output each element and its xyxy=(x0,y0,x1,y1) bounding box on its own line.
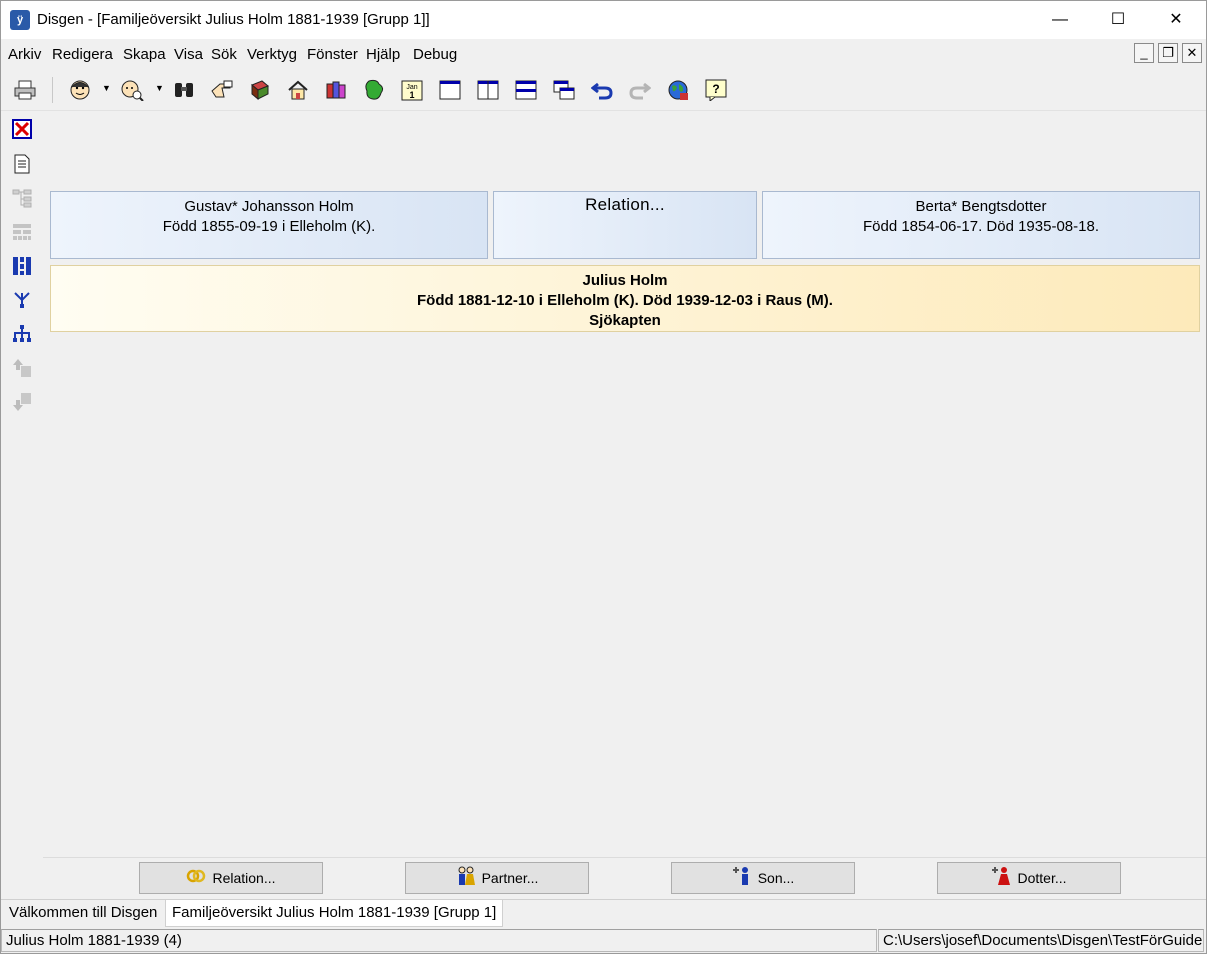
menu-bar: Arkiv Redigera Skapa Visa Sök Verktyg Fö… xyxy=(1,39,1206,69)
books-icon[interactable] xyxy=(323,77,349,103)
menu-arkiv[interactable]: Arkiv xyxy=(8,46,41,63)
mother-name: Berta* Bengtsdotter xyxy=(915,198,1047,215)
add-daughter-icon xyxy=(991,866,1011,891)
add-son-button[interactable]: Son... xyxy=(671,862,855,894)
add-relation-button[interactable]: Relation... xyxy=(139,862,323,894)
window-split-horizontal-icon[interactable] xyxy=(513,77,539,103)
pointing-hand-icon[interactable] xyxy=(209,77,235,103)
window-cascade-icon[interactable] xyxy=(551,77,577,103)
home-icon[interactable] xyxy=(285,77,311,103)
couple-icon xyxy=(456,866,476,891)
book-icon[interactable] xyxy=(247,77,273,103)
help-icon[interactable]: ? xyxy=(703,77,729,103)
app-window: ÿ Disgen - [Familjeöversikt Julius Holm … xyxy=(0,0,1207,954)
mother-box[interactable]: Berta* Bengtsdotter Född 1854-06-17. Död… xyxy=(762,191,1200,259)
menu-redigera[interactable]: Redigera xyxy=(52,46,113,63)
menu-skapa[interactable]: Skapa xyxy=(123,46,166,63)
father-details: Född 1855-09-19 i Elleholm (K). xyxy=(162,218,376,235)
status-person: Julius Holm 1881-1939 (4) xyxy=(1,929,877,952)
status-bar: Julius Holm 1881-1939 (4) C:\Users\josef… xyxy=(1,928,1206,954)
main-person-box[interactable]: Julius Holm Född 1881-12-10 i Elleholm (… xyxy=(50,265,1200,332)
relation-label: Relation... xyxy=(585,195,665,214)
main-person-details: Född 1881-12-10 i Elleholm (K). Död 1939… xyxy=(417,292,833,309)
person-search-icon[interactable] xyxy=(119,77,145,103)
window-title: Disgen - [Familjeöversikt Julius Holm 18… xyxy=(37,11,430,28)
menu-debug[interactable]: Debug xyxy=(413,46,457,63)
calendar-icon[interactable]: Jan 1 xyxy=(399,77,425,103)
person-dropdown-icon[interactable]: ▼ xyxy=(102,83,111,93)
printer-icon[interactable] xyxy=(12,77,38,103)
bottom-button-bar: Relation... Partner... Son... Dotter... xyxy=(43,857,1206,899)
add-partner-button[interactable]: Partner... xyxy=(405,862,589,894)
add-partner-label: Partner... xyxy=(481,870,539,886)
window-single-icon[interactable] xyxy=(437,77,463,103)
globe-icon[interactable] xyxy=(665,77,691,103)
mdi-restore-button[interactable]: ❐ xyxy=(1158,43,1178,63)
ancestry-chart-disabled-icon xyxy=(9,219,35,245)
close-red-x-icon[interactable] xyxy=(9,116,35,142)
add-relation-label: Relation... xyxy=(212,870,276,886)
menu-sok[interactable]: Sök xyxy=(211,46,237,63)
add-daughter-button[interactable]: Dotter... xyxy=(937,862,1121,894)
rings-icon xyxy=(186,868,206,889)
descendant-tree-icon[interactable] xyxy=(9,287,35,313)
title-bar[interactable]: ÿ Disgen - [Familjeöversikt Julius Holm … xyxy=(1,1,1206,39)
tab-welcome[interactable]: Välkommen till Disgen xyxy=(3,900,163,927)
add-son-label: Son... xyxy=(757,870,795,886)
redo-icon xyxy=(627,77,653,103)
svg-text:?: ? xyxy=(712,82,719,96)
mdi-minimize-button[interactable]: _ xyxy=(1134,43,1154,63)
tab-family-overview[interactable]: Familjeöversikt Julius Holm 1881-1939 [G… xyxy=(165,900,504,927)
maximize-button[interactable]: ☐ xyxy=(1089,1,1147,39)
map-icon[interactable] xyxy=(361,77,387,103)
main-person-name: Julius Holm xyxy=(582,272,668,289)
menu-hjalp[interactable]: Hjälp xyxy=(366,46,400,63)
tree-disabled-icon xyxy=(9,185,35,211)
disgen-app-icon[interactable]: ÿ xyxy=(10,10,30,30)
mother-details: Född 1854-06-17. Död 1935-08-18. xyxy=(862,218,1099,235)
mdi-close-button[interactable]: ✕ xyxy=(1182,43,1202,63)
main-person-occupation: Sjökapten xyxy=(589,312,661,329)
menu-verktyg[interactable]: Verktyg xyxy=(247,46,297,63)
status-file-path: C:\Users\josef\Documents\Disgen\TestFörG… xyxy=(878,929,1204,952)
toolbar: ▼ ▼ Jan 1 ? xyxy=(1,71,1206,111)
add-daughter-label: Dotter... xyxy=(1017,870,1067,886)
person-face-icon[interactable] xyxy=(67,77,93,103)
document-tab-bar: Välkommen till Disgen Familjeöversikt Ju… xyxy=(1,899,1206,927)
close-button[interactable]: ✕ xyxy=(1147,1,1205,39)
father-name: Gustav* Johansson Holm xyxy=(184,198,354,215)
down-arrow-disabled-icon xyxy=(9,389,35,415)
father-box[interactable]: Gustav* Johansson Holm Född 1855-09-19 i… xyxy=(50,191,488,259)
toolbar-separator xyxy=(52,77,53,103)
minimize-button[interactable]: — xyxy=(1031,1,1089,39)
undo-icon[interactable] xyxy=(589,77,615,103)
up-arrow-disabled-icon xyxy=(9,355,35,381)
window-split-vertical-icon[interactable] xyxy=(475,77,501,103)
menu-visa[interactable]: Visa xyxy=(174,46,203,63)
search-dropdown-icon[interactable]: ▼ xyxy=(155,83,164,93)
binoculars-icon[interactable] xyxy=(171,77,197,103)
svg-text:1: 1 xyxy=(409,90,414,100)
document-icon[interactable] xyxy=(9,151,35,177)
relation-box[interactable]: Relation... xyxy=(493,191,757,259)
add-son-icon xyxy=(732,866,752,891)
columns-chart-icon[interactable] xyxy=(9,253,35,279)
family-tree-icon[interactable] xyxy=(9,321,35,347)
menu-fonster[interactable]: Fönster xyxy=(307,46,358,63)
